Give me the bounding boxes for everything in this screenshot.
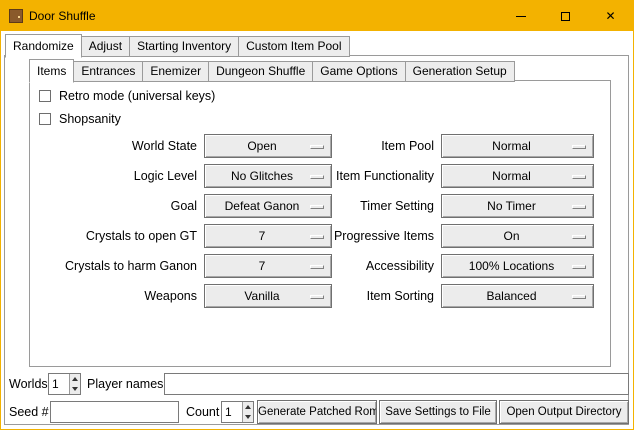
item-functionality-dropdown[interactable]: Normal [441, 164, 594, 188]
dropdown-indicator-icon [572, 265, 586, 269]
minimize-icon [516, 16, 526, 17]
item-pool-dropdown[interactable]: Normal [441, 134, 594, 158]
tab-items[interactable]: Items [29, 59, 74, 83]
dropdown-indicator-icon [572, 205, 586, 209]
maximize-icon [561, 12, 570, 21]
down-arrow-icon [245, 415, 251, 419]
close-icon: ✕ [605, 10, 615, 22]
logic-level-label: Logic Level [41, 164, 197, 188]
titlebar: Door Shuffle ✕ [1, 1, 633, 31]
tab-generation-setup[interactable]: Generation Setup [405, 61, 515, 82]
accessibility-dropdown[interactable]: 100% Locations [441, 254, 594, 278]
worlds-spin-arrows [69, 374, 80, 394]
tab-game-options[interactable]: Game Options [312, 61, 405, 82]
open-output-directory-button[interactable]: Open Output Directory [499, 400, 629, 424]
worlds-decrement-button[interactable] [70, 384, 80, 394]
tab-custom-item-pool[interactable]: Custom Item Pool [238, 36, 349, 57]
inner-tabbar: Items Entrances Enemizer Dungeon Shuffle… [29, 59, 515, 82]
timer-setting-dropdown[interactable]: No Timer [441, 194, 594, 218]
close-button[interactable]: ✕ [588, 1, 633, 31]
outer-tabbar: Randomize Adjust Starting Inventory Cust… [5, 34, 350, 57]
player-names-label: Player names [87, 373, 163, 395]
tab-adjust[interactable]: Adjust [81, 36, 130, 57]
worlds-label: Worlds [9, 373, 48, 395]
down-arrow-icon [72, 387, 78, 391]
dropdown-indicator-icon [572, 145, 586, 149]
tab-starting-inventory[interactable]: Starting Inventory [129, 36, 239, 57]
count-spinbox[interactable] [221, 401, 254, 423]
crystals-ganon-label: Crystals to harm Ganon [41, 254, 197, 278]
worlds-value-input[interactable] [49, 374, 69, 394]
count-value-input[interactable] [222, 402, 242, 422]
count-label: Count [186, 401, 219, 423]
worlds-spinbox[interactable] [48, 373, 81, 395]
accessibility-label: Accessibility [301, 254, 434, 278]
window-title: Door Shuffle [29, 9, 96, 23]
item-sorting-label: Item Sorting [301, 284, 434, 308]
item-sorting-dropdown[interactable]: Balanced [441, 284, 594, 308]
shopsanity-checkbox[interactable]: Shopsanity [39, 112, 121, 126]
retro-mode-label: Retro mode (universal keys) [59, 89, 215, 103]
progressive-items-label: Progressive Items [301, 224, 434, 248]
save-settings-button[interactable]: Save Settings to File [379, 400, 497, 424]
maximize-button[interactable] [543, 1, 588, 31]
up-arrow-icon [72, 377, 78, 381]
window-controls: ✕ [498, 1, 633, 31]
minimize-button[interactable] [498, 1, 543, 31]
checkbox-box-icon[interactable] [39, 113, 51, 125]
retro-mode-checkbox[interactable]: Retro mode (universal keys) [39, 89, 215, 103]
crystals-gt-label: Crystals to open GT [41, 224, 197, 248]
checkbox-box-icon[interactable] [39, 90, 51, 102]
generate-patched-rom-button[interactable]: Generate Patched Rom [257, 400, 377, 424]
tab-randomize[interactable]: Randomize [5, 34, 82, 58]
up-arrow-icon [245, 405, 251, 409]
dropdown-indicator-icon [572, 235, 586, 239]
dropdown-indicator-icon [572, 295, 586, 299]
app-window: Door Shuffle ✕ Randomize Adjust Starting… [0, 0, 634, 430]
item-pool-label: Item Pool [301, 134, 434, 158]
timer-setting-label: Timer Setting [301, 194, 434, 218]
worlds-increment-button[interactable] [70, 374, 80, 384]
tab-dungeon-shuffle[interactable]: Dungeon Shuffle [208, 61, 313, 82]
shopsanity-label: Shopsanity [59, 112, 121, 126]
app-icon [9, 9, 23, 23]
seed-label: Seed # [9, 401, 49, 423]
dropdown-indicator-icon [572, 175, 586, 179]
count-decrement-button[interactable] [243, 412, 253, 422]
count-increment-button[interactable] [243, 402, 253, 412]
tab-entrances[interactable]: Entrances [73, 61, 143, 82]
seed-input[interactable] [50, 401, 179, 423]
item-functionality-label: Item Functionality [301, 164, 434, 188]
player-names-input[interactable] [164, 373, 629, 395]
weapons-label: Weapons [41, 284, 197, 308]
tab-enemizer[interactable]: Enemizer [142, 61, 209, 82]
world-state-label: World State [41, 134, 197, 158]
progressive-items-dropdown[interactable]: On [441, 224, 594, 248]
count-spin-arrows [242, 402, 253, 422]
goal-label: Goal [41, 194, 197, 218]
